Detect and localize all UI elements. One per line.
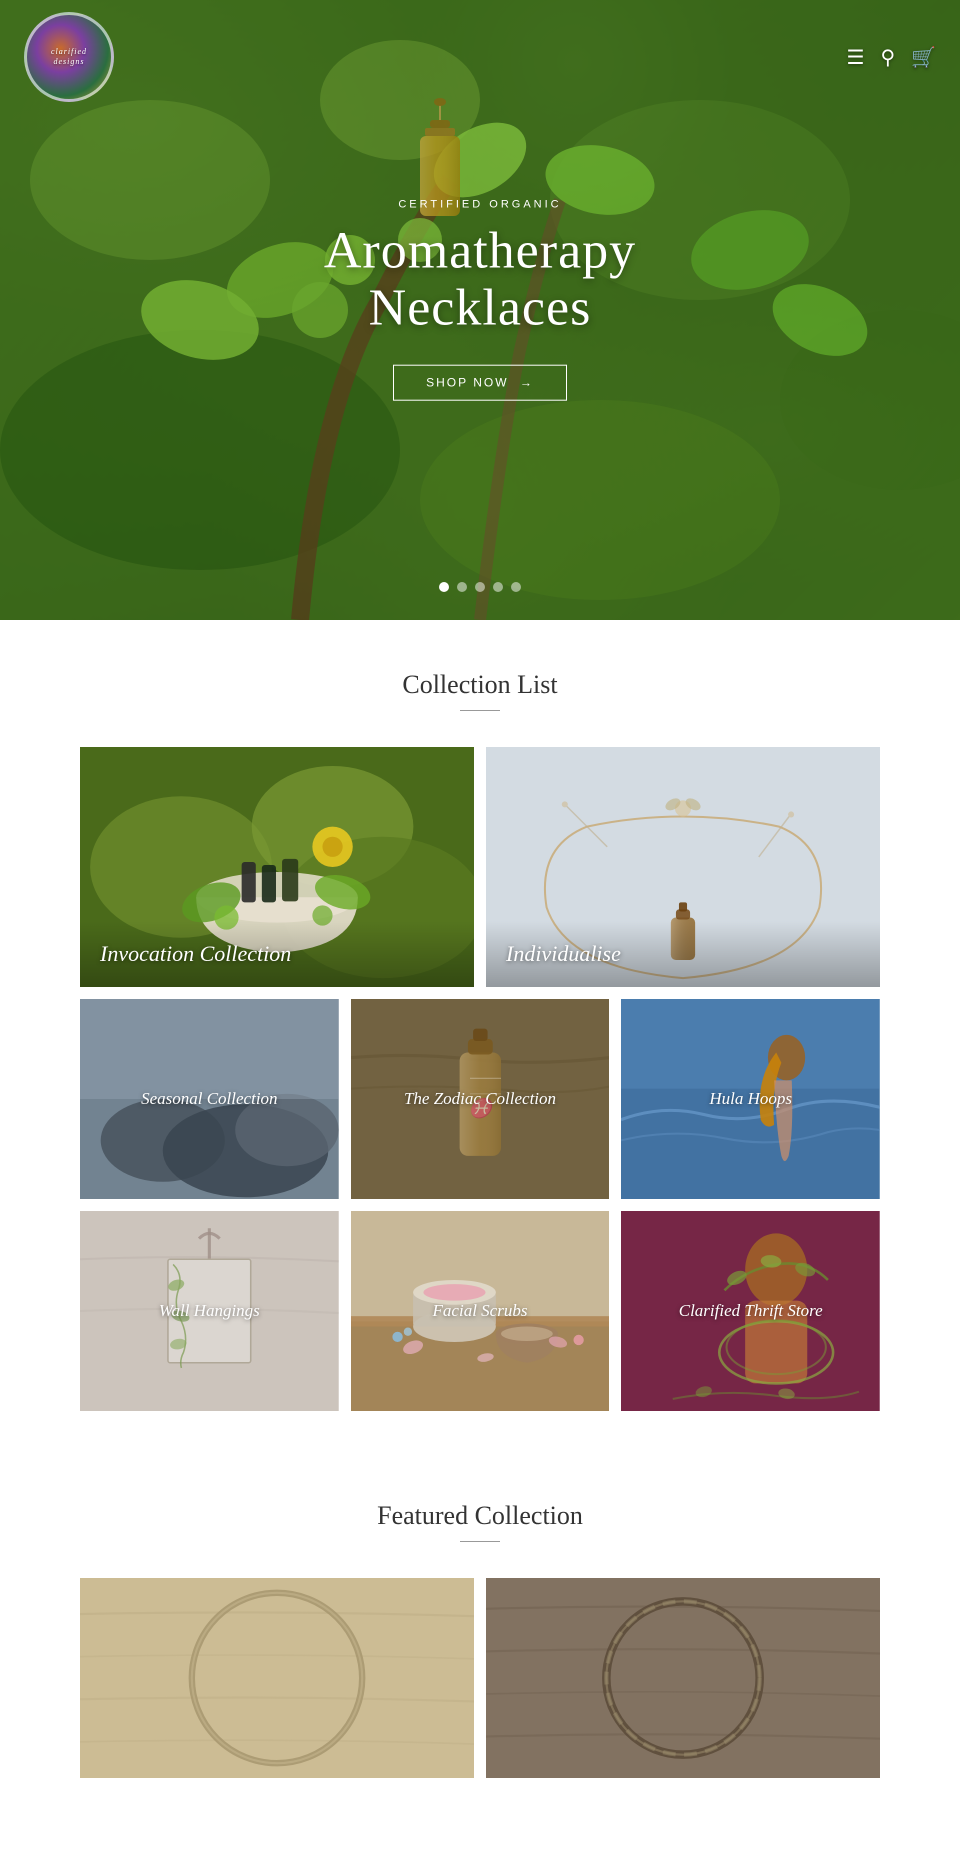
- collection-item-wall[interactable]: Wall Hangings: [80, 1211, 339, 1411]
- site-header: clarified designs ☰ ⚲ 🛒: [0, 0, 960, 114]
- collection-row-1: Invocation Collection: [80, 747, 880, 987]
- featured-section: Featured Collection: [0, 1461, 960, 1798]
- collection-item-zodiac[interactable]: ♓ The Zodiac Collection: [351, 999, 610, 1199]
- hero-subtitle: CERTIFIED ORGANIC: [240, 199, 720, 211]
- collection-section-title: Collection List: [80, 670, 880, 700]
- carousel-dot-1[interactable]: [439, 582, 449, 592]
- site-logo[interactable]: clarified designs: [24, 12, 114, 102]
- collection-item-invocation[interactable]: Invocation Collection: [80, 747, 474, 987]
- thrift-label: Clarified Thrift Store: [634, 1300, 867, 1322]
- hero-title: Aromatherapy Necklaces: [240, 223, 720, 337]
- collection-section: Collection List: [0, 620, 960, 1461]
- invocation-label: Invocation Collection: [80, 921, 474, 987]
- featured-item-1[interactable]: [80, 1578, 474, 1778]
- wall-label: Wall Hangings: [93, 1301, 326, 1321]
- collection-item-individualise[interactable]: Individualise: [486, 747, 880, 987]
- featured-item-2[interactable]: [486, 1578, 880, 1778]
- individualise-label: Individualise: [486, 921, 880, 987]
- shop-now-arrow: →: [520, 376, 534, 390]
- collection-item-hula[interactable]: Hula Hoops: [621, 999, 880, 1199]
- featured-divider: [460, 1541, 500, 1542]
- header-nav-icons: ☰ ⚲ 🛒: [847, 45, 937, 70]
- hero-carousel-dots: [439, 582, 521, 592]
- collection-item-facial[interactable]: Facial Scrubs: [351, 1211, 610, 1411]
- shop-now-button[interactable]: SHOP NOW →: [393, 365, 567, 401]
- hero-content: CERTIFIED ORGANIC Aromatherapy Necklaces…: [240, 199, 720, 401]
- hula-label: Hula Hoops: [634, 1089, 867, 1109]
- collection-row-2: Seasonal Collection: [80, 999, 880, 1199]
- collection-grid: Invocation Collection: [80, 747, 880, 1411]
- cart-icon[interactable]: 🛒: [911, 45, 936, 70]
- section-divider: [460, 710, 500, 711]
- collection-item-seasonal[interactable]: Seasonal Collection: [80, 999, 339, 1199]
- carousel-dot-3[interactable]: [475, 582, 485, 592]
- collection-item-thrift[interactable]: Clarified Thrift Store: [621, 1211, 880, 1411]
- seasonal-label: Seasonal Collection: [93, 1088, 326, 1110]
- facial-label: Facial Scrubs: [364, 1301, 597, 1321]
- logo-text: clarified designs: [51, 47, 87, 66]
- collection-row-3: Wall Hangings: [80, 1211, 880, 1411]
- zodiac-label: The Zodiac Collection: [364, 1088, 597, 1110]
- featured-grid: [80, 1578, 880, 1778]
- menu-icon[interactable]: ☰: [847, 45, 865, 70]
- carousel-dot-5[interactable]: [511, 582, 521, 592]
- carousel-dot-4[interactable]: [493, 582, 503, 592]
- search-icon[interactable]: ⚲: [880, 45, 895, 70]
- shop-now-label: SHOP NOW: [426, 376, 508, 390]
- carousel-dot-2[interactable]: [457, 582, 467, 592]
- featured-section-title: Featured Collection: [80, 1501, 880, 1531]
